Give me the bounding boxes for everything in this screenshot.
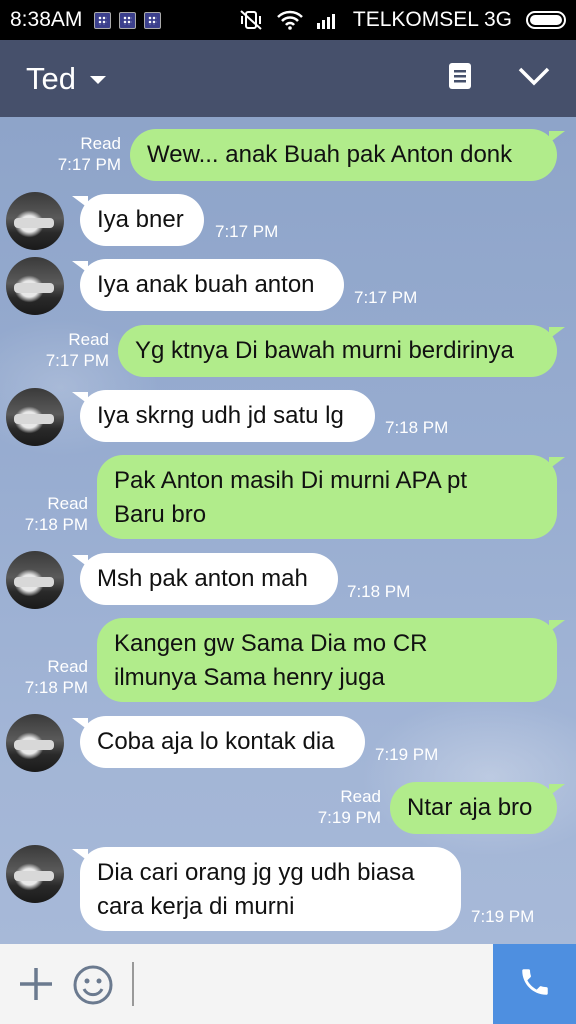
read-receipt: Read 7:19 PM bbox=[317, 787, 381, 827]
avatar[interactable] bbox=[6, 845, 64, 903]
message-bubble-incoming[interactable]: Dia cari orang jg yg udh biasa cara kerj… bbox=[72, 847, 461, 931]
note-icon[interactable] bbox=[448, 62, 472, 95]
message-bubble-outgoing[interactable]: Pak Anton masih Di murni APA pt Baru bro bbox=[97, 455, 565, 539]
message-bubble-incoming[interactable]: Msh pak anton mah bbox=[72, 553, 338, 605]
message-bubble-outgoing[interactable]: Kangen gw Sama Dia mo CR ilmunya Sama he… bbox=[97, 618, 565, 702]
input-bar bbox=[0, 944, 576, 1024]
avatar[interactable] bbox=[6, 257, 64, 315]
bbm-icon bbox=[144, 11, 162, 29]
message-bubble-incoming[interactable]: Coba aja lo kontak dia bbox=[72, 716, 365, 768]
carrier-label: TELKOMSEL 3G bbox=[352, 8, 512, 31]
contact-name[interactable]: Ted bbox=[26, 61, 76, 97]
bbm-icon bbox=[94, 11, 112, 29]
message-bubble-outgoing[interactable]: Wew... anak Buah pak Anton donk bbox=[130, 129, 565, 181]
message-bubble-incoming[interactable]: Iya bner bbox=[72, 194, 204, 246]
dropdown-caret-icon[interactable] bbox=[89, 75, 106, 84]
message-time: 7:18 PM bbox=[347, 582, 411, 601]
phone-icon bbox=[518, 965, 552, 1004]
avatar[interactable] bbox=[6, 551, 64, 609]
read-receipt: Read 7:17 PM bbox=[57, 134, 121, 174]
plus-icon[interactable] bbox=[18, 966, 54, 1007]
message-bubble-outgoing[interactable]: Yg ktnya Di bawah murni berdirinya bbox=[118, 325, 565, 377]
message-bubble-outgoing[interactable]: Ntar aja bro bbox=[390, 782, 565, 834]
bbm-icon bbox=[119, 11, 137, 29]
read-receipt: Read 7:18 PM bbox=[24, 494, 88, 534]
wifi-icon bbox=[276, 10, 303, 30]
chat-area[interactable]: Read 7:17 PM Wew... anak Buah pak Anton … bbox=[0, 117, 576, 944]
message-time: 7:18 PM bbox=[385, 418, 449, 437]
message-input[interactable] bbox=[132, 962, 134, 1006]
message-bubble-incoming[interactable]: Iya skrng udh jd satu lg bbox=[72, 390, 375, 442]
message-time: 7:19 PM bbox=[471, 907, 535, 926]
avatar[interactable] bbox=[6, 714, 64, 772]
read-receipt: Read 7:17 PM bbox=[45, 330, 109, 370]
message-time: 7:17 PM bbox=[215, 222, 279, 241]
vibrate-off-icon bbox=[239, 9, 263, 31]
message-bubble-incoming[interactable]: Iya anak buah anton bbox=[72, 259, 344, 311]
message-time: 7:17 PM bbox=[354, 288, 418, 307]
message-time: 7:19 PM bbox=[375, 745, 439, 764]
avatar[interactable] bbox=[6, 388, 64, 446]
emoji-icon[interactable] bbox=[72, 964, 114, 1011]
status-time: 8:38AM bbox=[10, 8, 83, 31]
status-bar: 8:38AM TELKOMSEL 3G bbox=[0, 0, 576, 40]
chevron-down-icon[interactable] bbox=[518, 66, 550, 91]
read-receipt: Read 7:18 PM bbox=[24, 657, 88, 697]
chat-header: Ted bbox=[0, 40, 576, 117]
signal-icon bbox=[316, 11, 339, 29]
battery-icon bbox=[526, 11, 566, 29]
avatar[interactable] bbox=[6, 192, 64, 250]
call-button[interactable] bbox=[493, 944, 576, 1024]
